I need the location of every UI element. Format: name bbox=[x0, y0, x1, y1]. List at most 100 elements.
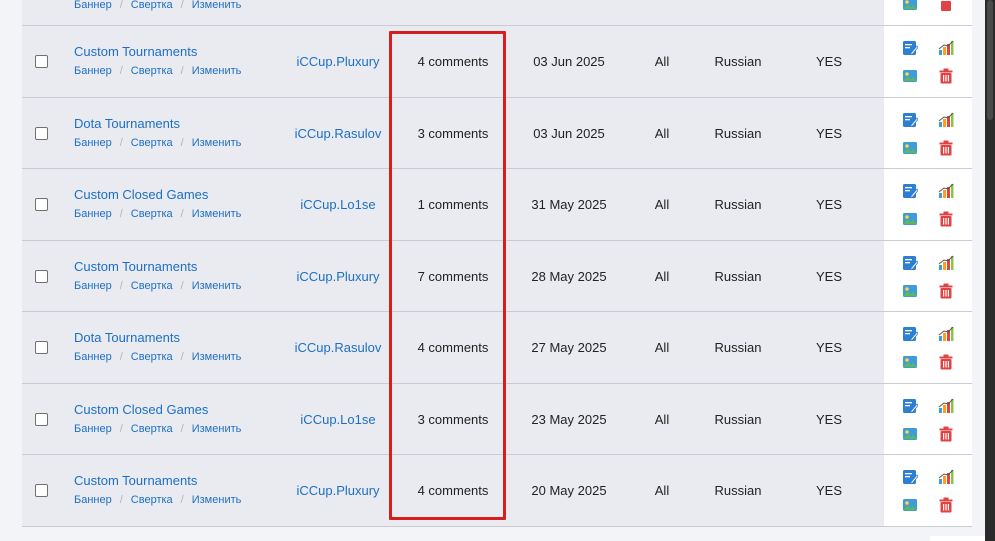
bar-chart-icon[interactable] bbox=[938, 183, 954, 199]
table-row: Custom Closed Games Баннер / Свертка / Измен… bbox=[22, 382, 972, 455]
edit-note-icon[interactable] bbox=[902, 469, 918, 485]
image-icon[interactable] bbox=[902, 354, 918, 370]
row-checkbox[interactable] bbox=[35, 198, 48, 211]
author-link[interactable]: iCCup.Lo1se bbox=[284, 169, 392, 240]
trash-icon[interactable] bbox=[938, 426, 954, 442]
edit-note-icon[interactable] bbox=[902, 255, 918, 271]
row-links: Баннер / Свертка / Изменить bbox=[74, 0, 241, 12]
edit-link[interactable]: Изменить bbox=[192, 280, 242, 292]
edit-link[interactable]: Изменить bbox=[192, 494, 242, 506]
date: 03 Jun 2025 bbox=[533, 125, 605, 141]
scope: All bbox=[654, 483, 670, 498]
active-status: YES bbox=[815, 197, 842, 212]
row-title-block: Custom Closed Games Баннер / Свертка / Измен… bbox=[74, 402, 241, 436]
edit-note-icon[interactable] bbox=[902, 112, 918, 128]
bottom-strip bbox=[930, 536, 985, 541]
bar-chart-icon[interactable] bbox=[938, 469, 954, 485]
banner-link[interactable]: Баннер bbox=[74, 137, 112, 149]
banner-link[interactable]: Баннер bbox=[74, 65, 112, 77]
row-title-link[interactable]: Custom Tournaments bbox=[74, 44, 241, 60]
bar-chart-icon[interactable] bbox=[938, 398, 954, 414]
edit-link[interactable]: Изменить bbox=[192, 137, 242, 149]
trash-icon[interactable] bbox=[938, 211, 954, 227]
image-icon[interactable] bbox=[902, 0, 918, 12]
bar-chart-icon[interactable] bbox=[938, 40, 954, 56]
collapse-link[interactable]: Свертка bbox=[131, 423, 173, 435]
edit-note-icon[interactable] bbox=[902, 398, 918, 414]
author-link[interactable]: iCCup.Pluxury bbox=[284, 26, 392, 97]
collapse-link[interactable]: Свертка bbox=[131, 0, 173, 11]
image-icon[interactable] bbox=[902, 426, 918, 442]
edit-link[interactable]: Изменить bbox=[192, 65, 242, 77]
row-title-link[interactable]: Dota Tournaments bbox=[74, 116, 241, 132]
row-checkbox[interactable] bbox=[35, 55, 48, 68]
author-link[interactable]: iCCup.Pluxury bbox=[284, 455, 392, 526]
image-icon[interactable] bbox=[902, 497, 918, 513]
scrollbar-thumb[interactable] bbox=[987, 0, 993, 120]
date: 03 Jun 2025 bbox=[533, 54, 605, 69]
banner-link[interactable]: Баннер bbox=[74, 208, 112, 220]
collapse-link[interactable]: Свертка bbox=[131, 137, 173, 149]
row-checkbox[interactable] bbox=[35, 484, 48, 497]
active-status: YES bbox=[815, 125, 842, 141]
scope: All bbox=[654, 411, 670, 427]
table-row: Dota Tournaments Баннер / Свертка / Изменить… bbox=[22, 96, 972, 169]
link-separator: / bbox=[180, 494, 184, 506]
row-checkbox[interactable] bbox=[35, 412, 48, 426]
banner-link[interactable]: Баннер bbox=[74, 351, 112, 363]
edit-link[interactable]: Изменить bbox=[192, 351, 242, 363]
banner-link[interactable]: Баннер bbox=[74, 280, 112, 292]
date: 31 May 2025 bbox=[531, 197, 607, 212]
collapse-link[interactable]: Свертка bbox=[131, 208, 173, 220]
row-checkbox[interactable] bbox=[35, 269, 48, 283]
author-link[interactable]: iCCup.Lo1se bbox=[284, 384, 392, 455]
trash-icon[interactable] bbox=[938, 68, 954, 84]
edit-link[interactable]: Изменить bbox=[192, 208, 242, 220]
row-title-link[interactable]: Dota Tournaments bbox=[74, 330, 241, 346]
row-links: Баннер / Свертка / Изменить bbox=[74, 207, 241, 221]
edit-link[interactable]: Изменить bbox=[192, 423, 242, 435]
collapse-link[interactable]: Свертка bbox=[131, 351, 173, 363]
image-icon[interactable] bbox=[902, 211, 918, 227]
row-checkbox[interactable] bbox=[35, 126, 48, 140]
scope: All bbox=[654, 268, 670, 284]
link-separator: / bbox=[180, 136, 184, 149]
row-title-block: Custom Tournaments Баннер / Свертка / Измени… bbox=[74, 473, 241, 507]
row-checkbox[interactable] bbox=[35, 341, 48, 354]
author-link[interactable]: iCCup.Rasulov bbox=[284, 98, 392, 169]
collapse-link[interactable]: Свертка bbox=[131, 280, 173, 292]
edit-link[interactable]: Изменить bbox=[192, 0, 242, 11]
edit-note-icon[interactable] bbox=[902, 40, 918, 56]
row-title-link[interactable]: Custom Closed Games bbox=[74, 402, 241, 418]
link-separator: / bbox=[180, 0, 184, 11]
banner-link[interactable]: Баннер bbox=[74, 494, 112, 506]
banner-link[interactable]: Баннер bbox=[74, 423, 112, 435]
news-table: Баннер / Свертка / Изменить Custom Tournamen… bbox=[22, 0, 972, 527]
row-title-link[interactable]: Custom Closed Games bbox=[74, 187, 241, 203]
bar-chart-icon[interactable] bbox=[938, 326, 954, 342]
collapse-link[interactable]: Свертка bbox=[131, 494, 173, 506]
bar-chart-icon[interactable] bbox=[938, 112, 954, 128]
image-icon[interactable] bbox=[902, 283, 918, 299]
image-icon[interactable] bbox=[902, 68, 918, 84]
collapse-link[interactable]: Свертка bbox=[131, 65, 173, 77]
bar-chart-icon[interactable] bbox=[938, 255, 954, 271]
table-row: Dota Tournaments Баннер / Свертка / Изменить… bbox=[22, 311, 972, 383]
row-title-link[interactable]: Custom Tournaments bbox=[74, 259, 241, 275]
edit-note-icon[interactable] bbox=[902, 326, 918, 342]
link-separator: / bbox=[119, 65, 123, 77]
author-link[interactable]: iCCup.Rasulov bbox=[284, 312, 392, 383]
scope: All bbox=[654, 197, 670, 212]
link-separator: / bbox=[180, 351, 184, 363]
trash-icon[interactable] bbox=[938, 354, 954, 370]
trash-icon[interactable] bbox=[938, 497, 954, 513]
image-icon[interactable] bbox=[902, 140, 918, 156]
edit-note-icon[interactable] bbox=[902, 183, 918, 199]
trash-icon[interactable] bbox=[938, 0, 954, 12]
trash-icon[interactable] bbox=[938, 283, 954, 299]
scope: All bbox=[654, 54, 670, 69]
row-title-link[interactable]: Custom Tournaments bbox=[74, 473, 241, 489]
banner-link[interactable]: Баннер bbox=[74, 0, 112, 11]
author-link[interactable]: iCCup.Pluxury bbox=[284, 241, 392, 312]
trash-icon[interactable] bbox=[938, 140, 954, 156]
